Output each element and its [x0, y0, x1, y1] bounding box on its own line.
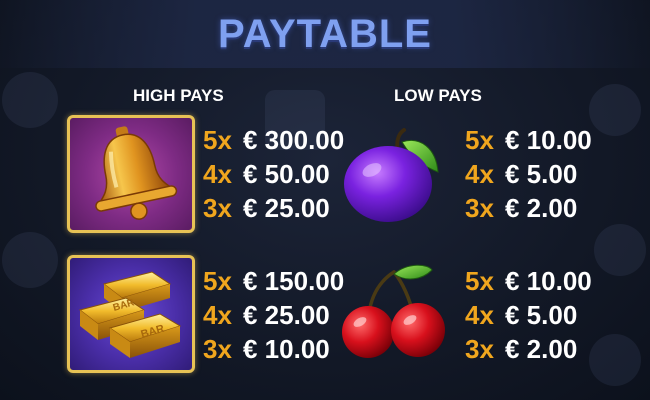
plum-pay-4x: 4x € 5.00: [465, 156, 577, 192]
cherry-pay-3x: 3x € 2.00: [465, 331, 577, 367]
payout-amount: € 5.00: [505, 300, 578, 330]
multiplier: 3x: [465, 334, 494, 364]
bell-pay-5x: 5x € 300.00: [203, 122, 344, 158]
multiplier: 3x: [465, 193, 494, 223]
multiplier: 5x: [203, 266, 232, 296]
payout-amount: € 5.00: [505, 159, 578, 189]
cherry-icon: [342, 264, 445, 358]
multiplier: 4x: [203, 300, 232, 330]
payout-amount: € 10.00: [505, 266, 592, 296]
bell-pay-3x: 3x € 25.00: [203, 190, 330, 226]
bar-pay-4x: 4x € 25.00: [203, 297, 330, 333]
low-pays-label: LOW PAYS: [394, 86, 482, 105]
plum-icon: [344, 128, 439, 222]
payout-amount: € 25.00: [243, 193, 330, 223]
bell-symbol-card: [67, 115, 195, 233]
payout-amount: € 10.00: [243, 334, 330, 364]
payout-amount: € 150.00: [243, 266, 345, 296]
bar-pay-5x: 5x € 150.00: [203, 263, 344, 299]
multiplier: 5x: [465, 266, 494, 296]
multiplier: 4x: [465, 159, 494, 189]
payout-amount: € 300.00: [243, 125, 345, 155]
plum-pay-5x: 5x € 10.00: [465, 122, 592, 158]
payout-amount: € 2.00: [505, 334, 578, 364]
bell-pay-4x: 4x € 50.00: [203, 156, 330, 192]
payout-amount: € 50.00: [243, 159, 330, 189]
cherry-pay-5x: 5x € 10.00: [465, 263, 592, 299]
plum-pay-3x: 3x € 2.00: [465, 190, 577, 226]
gold-bar-icon: BAR BAR: [78, 271, 182, 358]
multiplier: 5x: [465, 125, 494, 155]
multiplier: 3x: [203, 334, 232, 364]
multiplier: 4x: [203, 159, 232, 189]
multiplier: 5x: [203, 125, 232, 155]
payout-amount: € 10.00: [505, 125, 592, 155]
bell-icon: [95, 126, 178, 220]
gold-bar-symbol-card: BAR BAR: [67, 255, 195, 373]
payout-amount: € 25.00: [243, 300, 330, 330]
multiplier: 3x: [203, 193, 232, 223]
bar-pay-3x: 3x € 10.00: [203, 331, 330, 367]
cherry-pay-4x: 4x € 5.00: [465, 297, 577, 333]
multiplier: 4x: [465, 300, 494, 330]
page-title: PAYTABLE: [218, 12, 432, 56]
payout-amount: € 2.00: [505, 193, 578, 223]
high-pays-label: HIGH PAYS: [133, 86, 224, 105]
